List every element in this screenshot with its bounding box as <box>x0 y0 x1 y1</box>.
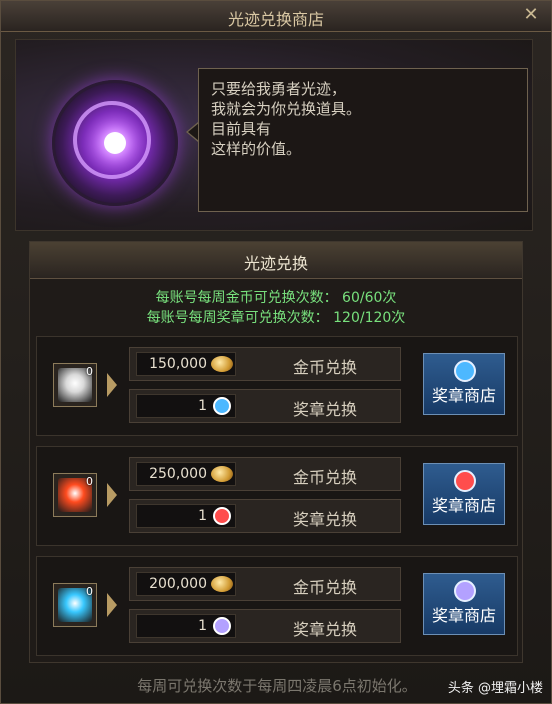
exchange-shop-window: 光迹兑换商店 ✕ 只要给我勇者光迹， 我就会为你兑换道具。 目前具有 这样的价值… <box>0 0 552 704</box>
watermark: 头条 @埋霜小楼 <box>447 681 543 696</box>
gold-coin-icon <box>211 576 233 592</box>
window-title: 光迹兑换商店 <box>227 10 324 29</box>
medal-exchange-button[interactable]: 奖章兑换 <box>250 506 400 530</box>
medal-shop-label: 奖章商店 <box>431 386 496 405</box>
gold-exchange-line: 200,000 金币兑换 <box>129 567 401 601</box>
weekly-limits: 每账号每周金币可兑换次数： 60/60次 每账号每周奖章可兑换次数： 120/1… <box>30 288 522 328</box>
medal-price-field: 1 <box>136 394 236 418</box>
speech-line: 只要给我勇者光迹， <box>211 80 347 98</box>
medal-shop-icon <box>454 470 476 492</box>
medal-icon <box>213 397 231 415</box>
medal-price-field: 1 <box>136 614 236 638</box>
section-title: 光迹兑换 <box>243 254 308 273</box>
medal-shop-label: 奖章商店 <box>431 606 496 625</box>
gold-price-field: 150,000 <box>136 352 236 376</box>
gold-exchange-button[interactable]: 金币兑换 <box>250 464 400 488</box>
medal-exchange-line: 1 奖章兑换 <box>129 389 401 423</box>
gold-price-field: 250,000 <box>136 462 236 486</box>
chevron-right-icon <box>107 373 117 397</box>
gold-exchange-line: 150,000 金币兑换 <box>129 347 401 381</box>
titlebar[interactable]: 光迹兑换商店 ✕ <box>1 1 551 32</box>
medal-exchange-button[interactable]: 奖章兑换 <box>250 616 400 640</box>
exchange-section: 光迹兑换 每账号每周金币可兑换次数： 60/60次 每账号每周奖章可兑换次数： … <box>29 241 523 663</box>
medal-limit-text: 每账号每周奖章可兑换次数： 120/120次 <box>146 310 406 326</box>
gold-exchange-line: 250,000 金币兑换 <box>129 457 401 491</box>
medal-shop-icon <box>454 360 476 382</box>
medal-shop-button[interactable]: 奖章商店 <box>423 353 505 415</box>
light-trace-emblem-icon <box>52 80 178 206</box>
chevron-right-icon <box>107 483 117 507</box>
close-icon[interactable]: ✕ <box>521 5 541 25</box>
gold-price-field: 200,000 <box>136 572 236 596</box>
section-header: 光迹兑换 <box>30 242 522 279</box>
medal-price: 1 <box>198 508 207 524</box>
gold-price: 200,000 <box>149 576 207 592</box>
medal-shop-button[interactable]: 奖章商店 <box>423 573 505 635</box>
medal-price: 1 <box>198 398 207 414</box>
gold-coin-icon <box>211 466 233 482</box>
item-count: 0 <box>86 585 93 598</box>
item-slot[interactable]: 0 <box>53 473 97 517</box>
medal-icon <box>213 617 231 635</box>
gold-price: 150,000 <box>149 356 207 372</box>
item-slot[interactable]: 0 <box>53 363 97 407</box>
medal-price-field: 1 <box>136 504 236 528</box>
medal-exchange-line: 1 奖章兑换 <box>129 609 401 643</box>
npc-panel: 只要给我勇者光迹， 我就会为你兑换道具。 目前具有 这样的价值。 <box>15 39 533 231</box>
item-slot[interactable]: 0 <box>53 583 97 627</box>
exchange-row: 0 200,000 金币兑换 1 奖章兑换 奖章商店 <box>36 556 518 656</box>
speech-bubble-pointer <box>186 122 199 142</box>
medal-shop-icon <box>454 580 476 602</box>
gold-price: 250,000 <box>149 466 207 482</box>
speech-line: 目前具有 <box>211 120 272 138</box>
medal-shop-button[interactable]: 奖章商店 <box>423 463 505 525</box>
exchange-row: 0 150,000 金币兑换 1 奖章兑换 奖章商店 <box>36 336 518 436</box>
medal-exchange-button[interactable]: 奖章兑换 <box>250 396 400 420</box>
npc-speech-bubble: 只要给我勇者光迹， 我就会为你兑换道具。 目前具有 这样的价值。 <box>198 68 528 212</box>
medal-shop-label: 奖章商店 <box>431 496 496 515</box>
gold-coin-icon <box>211 356 233 372</box>
speech-line: 我就会为你兑换道具。 <box>211 100 362 118</box>
item-count: 0 <box>86 365 93 378</box>
chevron-right-icon <box>107 593 117 617</box>
speech-line: 这样的价值。 <box>211 140 302 158</box>
emblem-core <box>104 132 126 154</box>
gold-exchange-button[interactable]: 金币兑换 <box>250 354 400 378</box>
medal-price: 1 <box>198 618 207 634</box>
item-count: 0 <box>86 475 93 488</box>
medal-exchange-line: 1 奖章兑换 <box>129 499 401 533</box>
exchange-row: 0 250,000 金币兑换 1 奖章兑换 奖章商店 <box>36 446 518 546</box>
medal-icon <box>213 507 231 525</box>
gold-exchange-button[interactable]: 金币兑换 <box>250 574 400 598</box>
gold-limit-text: 每账号每周金币可兑换次数： 60/60次 <box>155 290 397 306</box>
